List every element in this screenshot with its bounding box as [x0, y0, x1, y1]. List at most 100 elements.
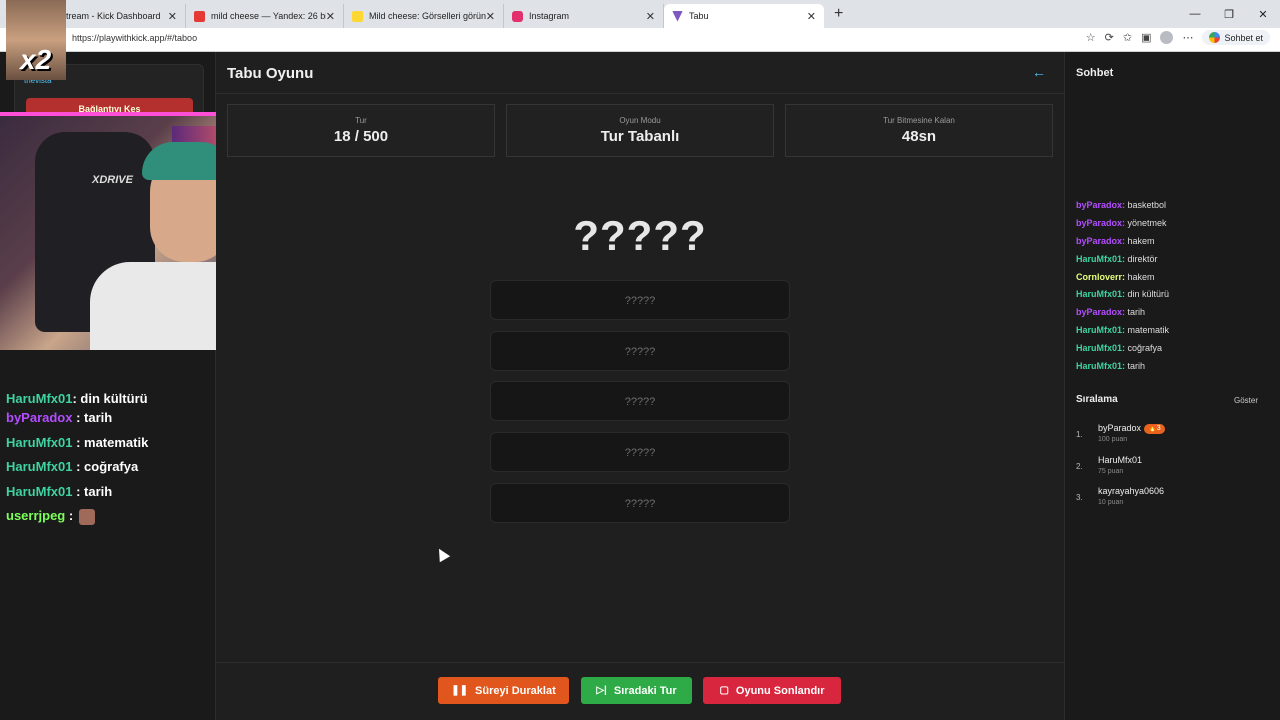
tab-yandex[interactable]: mild cheese — Yandex: 26 bin sonuç ✕ [186, 4, 344, 28]
chat-user: byParadox [1076, 235, 1123, 246]
stat-label: Oyun Modu [619, 116, 661, 125]
chat-message: hakem [1125, 235, 1155, 246]
url-field[interactable]: https://playwithkick.app/#/taboo [72, 33, 197, 43]
chat-user: HaruMfx01 [6, 392, 73, 406]
tab-instagram[interactable]: Instagram ✕ [504, 4, 664, 28]
rank-points: 100 puan [1098, 436, 1128, 443]
right-sidebar: Sohbet byParadox: basketbol byParadox: y… [1064, 52, 1280, 720]
chat-message: coğrafya [1125, 343, 1163, 354]
rank-name: kayrayahya0606 [1098, 486, 1165, 496]
streak-badge: 🔥3 [1144, 424, 1165, 434]
tab-label: Tabu [689, 11, 709, 21]
minimize-icon[interactable]: — [1178, 0, 1212, 28]
chat-user: byParadox [1076, 217, 1123, 228]
chat-line: byParadox: basketbol [1076, 200, 1167, 210]
chat-user: HaruMfx01 [1076, 253, 1123, 264]
ranking-item: 3. kayrayahya0606 10 puan [1076, 486, 1266, 514]
end-game-button[interactable]: ▢ Oyunu Sonlandır [703, 677, 841, 704]
window-controls: — ❐ ✕ [1178, 0, 1280, 28]
end-label: Oyunu Sonlandır [735, 684, 825, 697]
chat-user: byParadox [1076, 307, 1123, 318]
chat-user: HaruMfx01 [6, 483, 73, 499]
close-icon[interactable]: ✕ [646, 10, 655, 23]
chat-line: HaruMfx01 : coğrafya [6, 455, 211, 480]
profile-avatar[interactable] [1160, 31, 1174, 44]
chat-line: HaruMfx01 : tarih [6, 480, 211, 505]
chat-message: matematik [1125, 325, 1170, 336]
stat-value: 48sn [901, 128, 937, 145]
stat-label: Tur Bitmesine Kalan [883, 116, 955, 125]
copilot-chat-button[interactable]: Sohbet et [1202, 30, 1270, 45]
rank-number: 1. [1076, 430, 1083, 439]
chat-user: HaruMfx01 [6, 434, 73, 450]
extensions-icon[interactable]: ⟳ [1105, 31, 1114, 44]
image-icon [352, 10, 363, 22]
skip-icon: ▷| [596, 685, 607, 696]
stat-time-left: Tur Bitmesine Kalan 48sn [785, 104, 1053, 157]
chair-brand: XDRIVE [92, 174, 133, 186]
tab-label: Instagram [529, 11, 570, 21]
close-icon[interactable]: ✕ [168, 10, 177, 23]
multiplier-badge: x2 [20, 44, 52, 75]
chat-line: HaruMfx01: tarih [1076, 361, 1146, 372]
chat-line: HaruMfx01: direktör [1076, 253, 1158, 264]
stat-value: Tur Tabanlı [600, 128, 680, 145]
browser-tab-strip: tream - Kick Dashboard ✕ mild cheese — Y… [0, 0, 1280, 28]
new-tab-icon[interactable]: + [834, 5, 843, 23]
pause-label: Süreyi Duraklat [475, 684, 556, 697]
instagram-icon [512, 10, 523, 22]
chat-message: : din kültürü [72, 392, 148, 406]
close-icon[interactable]: ✕ [326, 10, 335, 23]
chat-line: HaruMfx01: matematik [1076, 325, 1170, 336]
favorites-icon[interactable]: ✩ [1123, 31, 1132, 44]
chat-user: byParadox [1076, 200, 1123, 210]
close-window-icon[interactable]: ✕ [1246, 0, 1280, 28]
copilot-chat-label: Sohbet et [1224, 32, 1263, 43]
chat-line: byParadox: tarih [1076, 307, 1146, 318]
pause-icon: ❚❚ [451, 685, 469, 696]
next-label: Sıradaki Tur [613, 684, 677, 697]
sidebar-chat: byParadox: basketbol byParadox: yönetmek… [1076, 197, 1276, 376]
ranking-item: 2. HaruMfx01 75 puan [1076, 455, 1266, 483]
rank-number: 2. [1076, 462, 1083, 471]
chat-user: byParadox [6, 410, 73, 425]
stop-icon: ▢ [719, 685, 729, 696]
copilot-icon [1209, 32, 1221, 43]
chat-message: : tarih [72, 410, 113, 425]
rank-number: 3. [1076, 493, 1083, 502]
chat-title: Sohbet [1076, 67, 1114, 79]
mouse-cursor [433, 545, 451, 563]
forbidden-word: ????? [490, 432, 790, 472]
pause-timer-button[interactable]: ❚❚ Süreyi Duraklat [438, 677, 569, 704]
emote-icon [78, 508, 95, 525]
forbidden-word: ????? [490, 483, 790, 523]
chat-line: HaruMfx01: din kültürü [6, 392, 211, 406]
tab-images[interactable]: Mild cheese: Görselleri görüntüleyin ✕ [344, 4, 504, 28]
chat-message: tarih [1125, 307, 1146, 318]
restore-icon[interactable]: ❐ [1212, 0, 1246, 28]
more-icon[interactable]: ⋯ [1182, 31, 1193, 44]
ranking-show-button[interactable]: Göster [1234, 396, 1258, 405]
chat-user: HaruMfx01 [1076, 361, 1123, 372]
stat-round: Tur 18 / 500 [227, 104, 495, 157]
star-icon[interactable]: ☆ [1086, 31, 1096, 44]
tabu-icon [672, 10, 683, 22]
forbidden-word: ????? [490, 280, 790, 320]
close-icon[interactable]: ✕ [486, 10, 495, 23]
chat-message: yönetmek [1125, 217, 1167, 228]
close-icon[interactable]: ✕ [807, 10, 816, 23]
toolbar-icons: ☆ ⟳ ✩ ▣ ⋯ Sohbet et [1086, 30, 1270, 45]
chat-line: byParadox : tarih [6, 406, 211, 431]
chat-user: userrjpeg [6, 508, 66, 523]
chat-message: : coğrafya [72, 459, 139, 474]
tab-tabu[interactable]: Tabu ✕ [664, 4, 824, 28]
game-header: Tabu Oyunu ← [216, 52, 1064, 94]
back-arrow-icon[interactable]: ← [1032, 64, 1046, 80]
chat-user: Cornloverr [1076, 271, 1123, 282]
chat-line: HaruMfx01: din kültürü [1076, 289, 1170, 300]
tab-label: Mild cheese: Görselleri görüntüleyin [369, 11, 486, 21]
chat-message: din kültürü [1125, 289, 1170, 300]
next-round-button[interactable]: ▷| Sıradaki Tur [581, 677, 692, 704]
chat-user: HaruMfx01 [1076, 289, 1123, 300]
collections-icon[interactable]: ▣ [1141, 31, 1151, 44]
